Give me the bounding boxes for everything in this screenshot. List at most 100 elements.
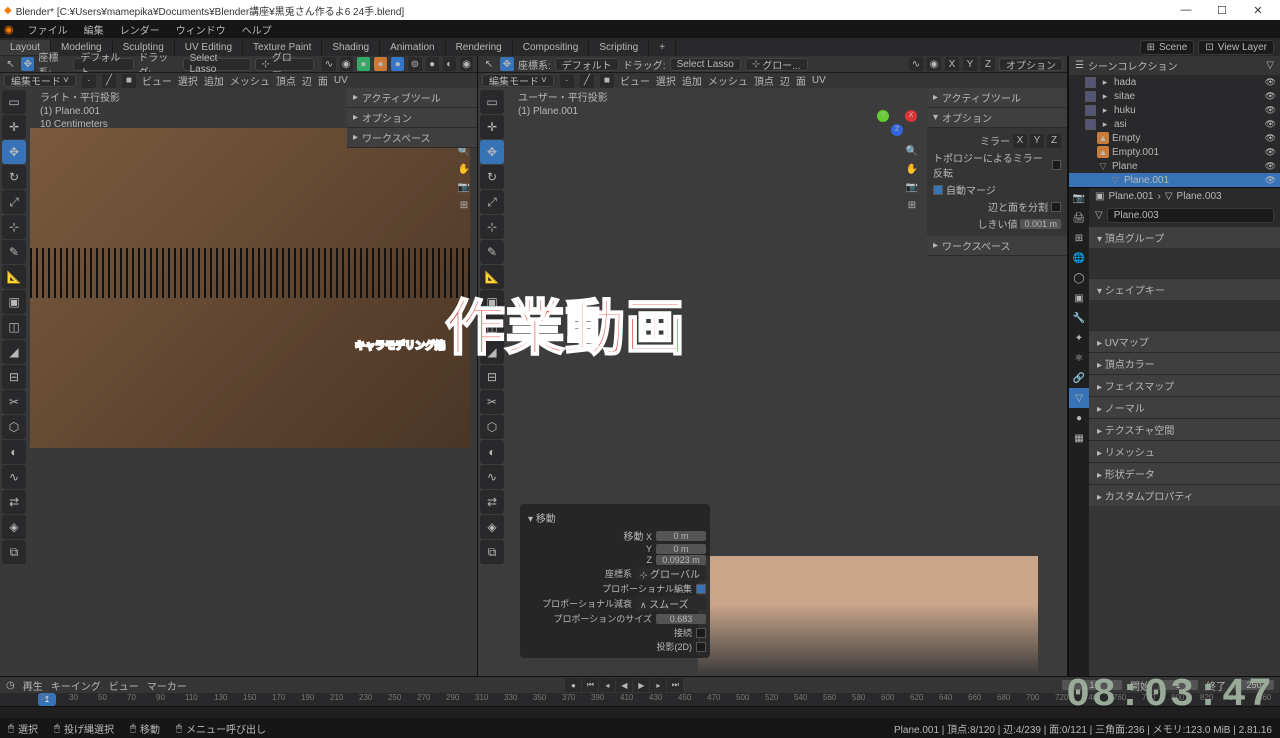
move-tool-icon[interactable]: ✥ (500, 57, 514, 71)
face-select-icon[interactable]: ■ (122, 74, 136, 88)
maximize-button[interactable]: ☐ (1204, 4, 1240, 17)
current-frame-field[interactable]: 1 (1062, 680, 1122, 690)
viewlayer-field[interactable]: ⊡ View Layer (1198, 40, 1274, 55)
move-y-field[interactable]: 0 m (656, 544, 706, 554)
overlay-toggle-2[interactable]: ● (374, 57, 387, 71)
zoom-icon[interactable]: 🔍 (905, 144, 919, 158)
tab-rendering[interactable]: Rendering (446, 40, 513, 55)
axis-z-icon[interactable]: Z (981, 57, 995, 71)
prop-section-header[interactable]: ▸ リメッシュ (1089, 441, 1280, 462)
tool-shrink[interactable]: ◈ (480, 515, 504, 539)
tool-annotate[interactable]: ✎ (2, 240, 26, 264)
tool-rotate[interactable]: ↻ (480, 165, 504, 189)
tool-spin[interactable]: ◐ (2, 440, 26, 464)
tool-extrude[interactable]: ▣ (480, 290, 504, 314)
prop-section-header[interactable]: ▸ ノーマル (1089, 397, 1280, 418)
tool-loopcut[interactable]: ⊟ (480, 365, 504, 389)
tool-smooth[interactable]: ∿ (2, 465, 26, 489)
scene-field[interactable]: ⊞ Scene (1140, 40, 1195, 55)
move-z-field[interactable]: 0.0923 m (656, 555, 706, 565)
topo-mirror-check[interactable] (1052, 160, 1061, 170)
collection-check[interactable] (1085, 119, 1096, 130)
propedit-check[interactable] (696, 584, 706, 594)
select-mode-dropdown[interactable]: Select Lasso (670, 58, 741, 71)
visibility-icon[interactable]: 👁 (1265, 91, 1276, 102)
prop-tab-physics[interactable]: ⚛ (1069, 348, 1089, 368)
prop-section-header[interactable]: ▸ フェイスマップ (1089, 375, 1280, 396)
tool-spin[interactable]: ◐ (480, 440, 504, 464)
shading-solid-icon[interactable]: ● (426, 57, 439, 71)
tree-item[interactable]: ▸sitae👁 (1069, 89, 1280, 103)
face-select-icon[interactable]: ■ (600, 74, 614, 88)
proj2d-check[interactable] (696, 642, 706, 652)
menu-window[interactable]: ウィンドウ (170, 22, 232, 37)
move-x-field[interactable]: 0 m (656, 531, 706, 541)
close-button[interactable]: ✕ (1240, 4, 1276, 17)
timeline-editor-icon[interactable]: ◷ (6, 680, 15, 691)
vp-menu-face[interactable]: 面 (796, 73, 806, 88)
prop-tab-output[interactable]: 🖨 (1069, 208, 1089, 228)
n-active-tool[interactable]: ▸ アクティブツール (927, 88, 1067, 108)
transform-dropdown[interactable]: ⊹ グロー... (255, 58, 315, 71)
visibility-icon[interactable]: 👁 (1265, 147, 1276, 158)
tool-annotate[interactable]: ✎ (480, 240, 504, 264)
start-frame-field[interactable]: 1 (1158, 680, 1198, 690)
timeline-ruler[interactable]: 1 10305070901101301501701902102302502702… (0, 693, 1280, 707)
tl-menu-play[interactable]: 再生 (23, 678, 43, 693)
tool-transform[interactable]: ⊹ (2, 215, 26, 239)
prop-tab-data[interactable]: ▽ (1069, 388, 1089, 408)
menu-help[interactable]: ヘルプ (236, 22, 278, 37)
edge-select-icon[interactable]: ╱ (102, 74, 116, 88)
prop-tab-texture[interactable]: ▦ (1069, 428, 1089, 448)
collection-check[interactable] (1085, 91, 1096, 102)
tl-menu-marker[interactable]: マーカー (147, 678, 187, 693)
tl-menu-keying[interactable]: キーイング (51, 678, 101, 693)
visibility-icon[interactable]: 👁 (1265, 161, 1276, 172)
threshold-input[interactable]: 0.001 m (1020, 219, 1061, 229)
n-options[interactable]: ▸ オプション (347, 108, 477, 128)
tab-add[interactable]: + (649, 40, 676, 55)
tab-compositing[interactable]: Compositing (513, 40, 590, 55)
props-datablock[interactable]: ▽ Plane.003 (1089, 205, 1280, 226)
jump-start-icon[interactable]: ⏮ (582, 678, 598, 692)
prop-section-header[interactable]: ▸ カスタムプロパティ (1089, 485, 1280, 506)
pan-icon[interactable]: ✋ (457, 162, 471, 176)
orient-dropdown[interactable]: ⊹ グローバル (636, 566, 706, 581)
tool-knife[interactable]: ✂ (480, 390, 504, 414)
tool-smooth[interactable]: ∿ (480, 465, 504, 489)
n-active-tool[interactable]: ▸ アクティブツール (347, 88, 477, 108)
vp-menu-vertex[interactable]: 頂点 (754, 73, 774, 88)
perspective-icon[interactable]: ⊞ (905, 198, 919, 212)
vp-menu-mesh[interactable]: メッシュ (230, 73, 270, 88)
play-icon[interactable]: ▶ (633, 678, 649, 692)
tool-cursor[interactable]: ✛ (480, 115, 504, 139)
snap-icon[interactable]: ∿ (322, 57, 335, 71)
minimize-button[interactable]: — (1168, 4, 1204, 16)
prop-tab-scene[interactable]: 🌐 (1069, 248, 1089, 268)
connected-check[interactable] (696, 628, 706, 638)
viewport-1[interactable]: ▭ ✛ ✥ ↻ ⤢ ⊹ ✎ 📐 ▣ ◫ ◢ ⊟ ✂ ⬡ ◐ ∿ ⇄ ◈ ⧉ (0, 88, 477, 676)
tool-move[interactable]: ✥ (2, 140, 26, 164)
tree-item[interactable]: ▸hada👁 (1069, 75, 1280, 89)
menu-render[interactable]: レンダー (114, 22, 166, 37)
nav-gizmo[interactable]: X Y Z (877, 96, 917, 136)
vp-menu-uv[interactable]: UV (334, 75, 348, 86)
tab-scripting[interactable]: Scripting (589, 40, 649, 55)
menu-edit[interactable]: 編集 (78, 22, 110, 37)
prev-key-icon[interactable]: ◂ (599, 678, 615, 692)
cursor-tool-icon[interactable]: ↖ (4, 57, 17, 71)
vp-menu-select[interactable]: 選択 (178, 73, 198, 88)
tree-item[interactable]: ▲Empty👁 (1069, 131, 1280, 145)
collection-check[interactable] (1085, 77, 1096, 88)
tab-shading[interactable]: Shading (322, 40, 380, 55)
vp-menu-edge[interactable]: 辺 (780, 73, 790, 88)
vp-menu-vertex[interactable]: 頂点 (276, 73, 296, 88)
visibility-icon[interactable]: 👁 (1265, 77, 1276, 88)
play-reverse-icon[interactable]: ◀ (616, 678, 632, 692)
prop-section-header[interactable]: ▸ UVマップ (1089, 331, 1280, 352)
tool-bevel[interactable]: ◢ (2, 340, 26, 364)
perspective-icon[interactable]: ⊞ (457, 198, 471, 212)
tool-edgeslide[interactable]: ⇄ (480, 490, 504, 514)
select-mode-dropdown[interactable]: Select Lasso (183, 58, 251, 71)
tree-item[interactable]: ▸huku👁 (1069, 103, 1280, 117)
